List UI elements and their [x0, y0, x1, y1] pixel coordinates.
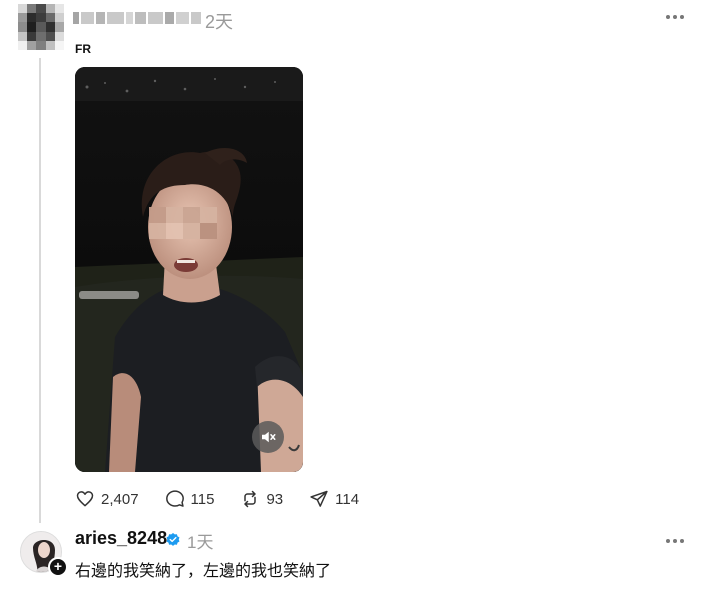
repost-button[interactable]: 93 [240, 489, 283, 509]
post-actions: 2,407 115 93 114 [75, 487, 385, 511]
reply-text: 右邊的我笑納了，左邊的我也笑納了 [75, 563, 332, 580]
share-button[interactable]: 114 [309, 489, 359, 509]
comment-icon [165, 490, 184, 507]
share-count: 114 [335, 490, 360, 508]
avatar-blurred[interactable] [18, 4, 64, 50]
heart-icon [76, 491, 94, 507]
more-icon[interactable] [662, 6, 688, 28]
repost-icon [244, 490, 257, 508]
reply-username[interactable]: aries_8248 [75, 528, 167, 549]
comment-button[interactable]: 115 [165, 489, 215, 509]
more-icon[interactable] [662, 530, 688, 552]
comment-count: 115 [190, 490, 215, 508]
follow-plus-icon[interactable]: + [48, 557, 68, 577]
username-blurred[interactable] [73, 9, 201, 27]
video-player[interactable] [75, 67, 303, 472]
video-frame [75, 67, 303, 472]
post-time: 2天 [205, 12, 234, 32]
reply-time: 1天 [187, 533, 214, 552]
repost-count: 93 [266, 490, 284, 508]
post-caption: FR [75, 42, 91, 56]
share-icon [310, 490, 328, 507]
thread-line [39, 58, 41, 523]
like-count: 2,407 [101, 490, 139, 508]
mute-icon[interactable] [252, 421, 284, 453]
like-button[interactable]: 2,407 [75, 489, 139, 509]
verified-icon [166, 533, 180, 546]
